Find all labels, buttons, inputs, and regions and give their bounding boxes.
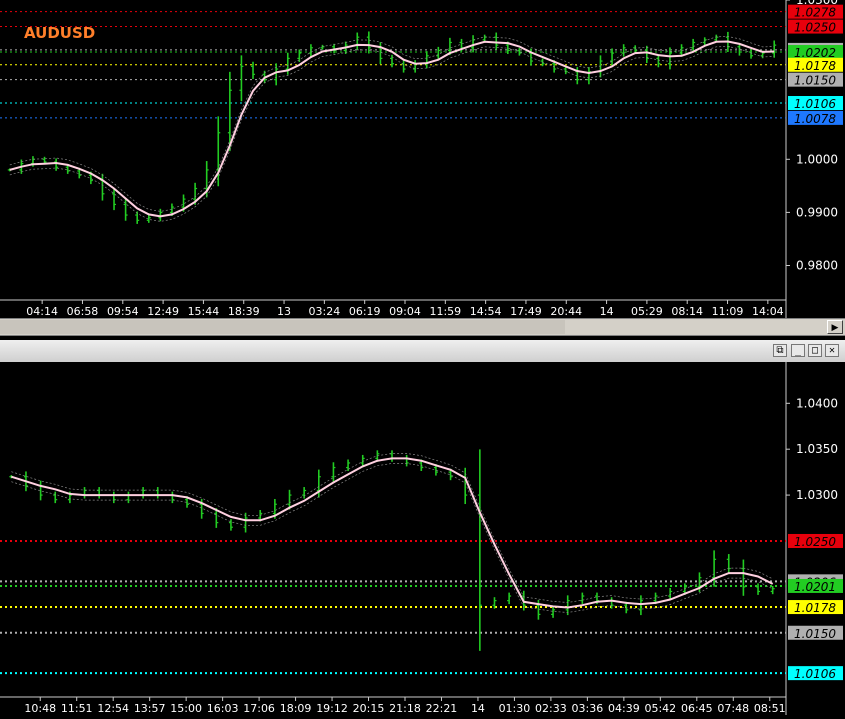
x-tick-label: 04:39 xyxy=(608,702,640,715)
x-tick-label: 06:45 xyxy=(681,702,713,715)
top-chart: 1.03001.00000.99000.98001.02781.02501.02… xyxy=(0,0,843,318)
moving-average-line xyxy=(9,40,775,218)
chart-title: AUDUSD xyxy=(24,24,95,42)
x-tick-label: 14 xyxy=(471,702,485,715)
x-tick-label: 20:15 xyxy=(353,702,385,715)
x-tick-label: 02:33 xyxy=(535,702,567,715)
x-tick-label: 05:42 xyxy=(644,702,676,715)
bottom-chart: 1.04001.03501.03001.02501.02061.02011.01… xyxy=(0,362,843,715)
x-tick-label: 15:00 xyxy=(170,702,202,715)
y-tick-label: 1.0000 xyxy=(796,152,838,166)
x-tick-label: 11:51 xyxy=(61,702,93,715)
bottom-window-titlebar: ⧉ _ □ ✕ xyxy=(0,340,845,363)
y-tick-label: 1.0400 xyxy=(796,396,838,410)
x-tick-label: 09:04 xyxy=(389,305,421,318)
price-tag-label: 1.0178 xyxy=(794,601,836,615)
x-tick-label: 08:14 xyxy=(671,305,703,318)
minimize-icon[interactable]: _ xyxy=(791,344,805,357)
x-tick-label: 14 xyxy=(600,305,614,318)
y-tick-label: 1.0350 xyxy=(796,442,838,456)
x-tick-label: 12:49 xyxy=(147,305,179,318)
x-tick-label: 08:51 xyxy=(754,702,786,715)
price-tag-label: 1.0278 xyxy=(794,6,836,20)
price-tag-label: 1.0078 xyxy=(794,112,836,126)
x-tick-label: 15:44 xyxy=(188,305,220,318)
x-tick-label: 09:54 xyxy=(107,305,139,318)
lower-envelope-line xyxy=(11,463,773,613)
price-tag-label: 1.0178 xyxy=(794,59,836,73)
x-tick-label: 14:54 xyxy=(470,305,502,318)
x-tick-label: 03:36 xyxy=(572,702,604,715)
x-tick-label: 18:09 xyxy=(280,702,312,715)
x-tick-label: 19:12 xyxy=(316,702,348,715)
x-tick-label: 10:48 xyxy=(24,702,56,715)
x-tick-label: 03:24 xyxy=(309,305,341,318)
price-tag-label: 1.0106 xyxy=(794,667,836,681)
y-tick-label: 0.9900 xyxy=(796,205,838,219)
price-tag-label: 1.0150 xyxy=(794,627,836,641)
price-tag-label: 1.0150 xyxy=(794,74,836,88)
x-tick-label: 20:44 xyxy=(550,305,582,318)
x-tick-label: 13 xyxy=(277,305,291,318)
x-tick-label: 17:06 xyxy=(243,702,275,715)
x-tick-label: 13:57 xyxy=(134,702,166,715)
y-tick-label: 0.9800 xyxy=(796,258,838,272)
x-tick-label: 22:21 xyxy=(426,702,458,715)
bottom-chart-pane[interactable]: 1.04001.03501.03001.02501.02061.02011.01… xyxy=(0,362,845,715)
x-tick-label: 21:18 xyxy=(389,702,421,715)
x-tick-label: 04:14 xyxy=(26,305,58,318)
x-tick-label: 11:09 xyxy=(712,305,744,318)
x-tick-label: 06:19 xyxy=(349,305,381,318)
y-tick-label: 1.0300 xyxy=(796,488,838,502)
horizontal-scrollbar[interactable]: ▶ xyxy=(0,318,845,336)
price-tag-label: 1.0201 xyxy=(794,580,836,594)
detach-window-icon[interactable]: ⧉ xyxy=(773,344,787,357)
x-tick-label: 14:04 xyxy=(752,305,784,318)
close-icon[interactable]: ✕ xyxy=(825,344,839,357)
x-tick-label: 12:54 xyxy=(97,702,129,715)
x-tick-label: 18:39 xyxy=(228,305,260,318)
x-tick-label: 11:59 xyxy=(429,305,461,318)
x-tick-label: 06:58 xyxy=(67,305,99,318)
scroll-right-arrow-icon[interactable]: ▶ xyxy=(827,320,843,334)
upper-envelope-line xyxy=(11,453,773,603)
maximize-icon[interactable]: □ xyxy=(808,344,822,357)
x-tick-label: 01:30 xyxy=(499,702,531,715)
x-tick-label: 16:03 xyxy=(207,702,239,715)
price-tag-label: 1.0250 xyxy=(794,21,836,35)
price-tag-label: 1.0250 xyxy=(794,535,836,549)
x-tick-label: 07:48 xyxy=(717,702,749,715)
top-chart-pane[interactable]: 1.0300 1.0000 0.9900 0.9800 1.0278 1.0250 1.02… xyxy=(0,0,845,318)
x-tick-label: 05:29 xyxy=(631,305,663,318)
scrollbar-thumb[interactable] xyxy=(0,320,565,334)
price-tag-label: 1.0106 xyxy=(794,97,836,111)
lower-envelope-line xyxy=(9,46,775,222)
x-tick-label: 17:49 xyxy=(510,305,542,318)
